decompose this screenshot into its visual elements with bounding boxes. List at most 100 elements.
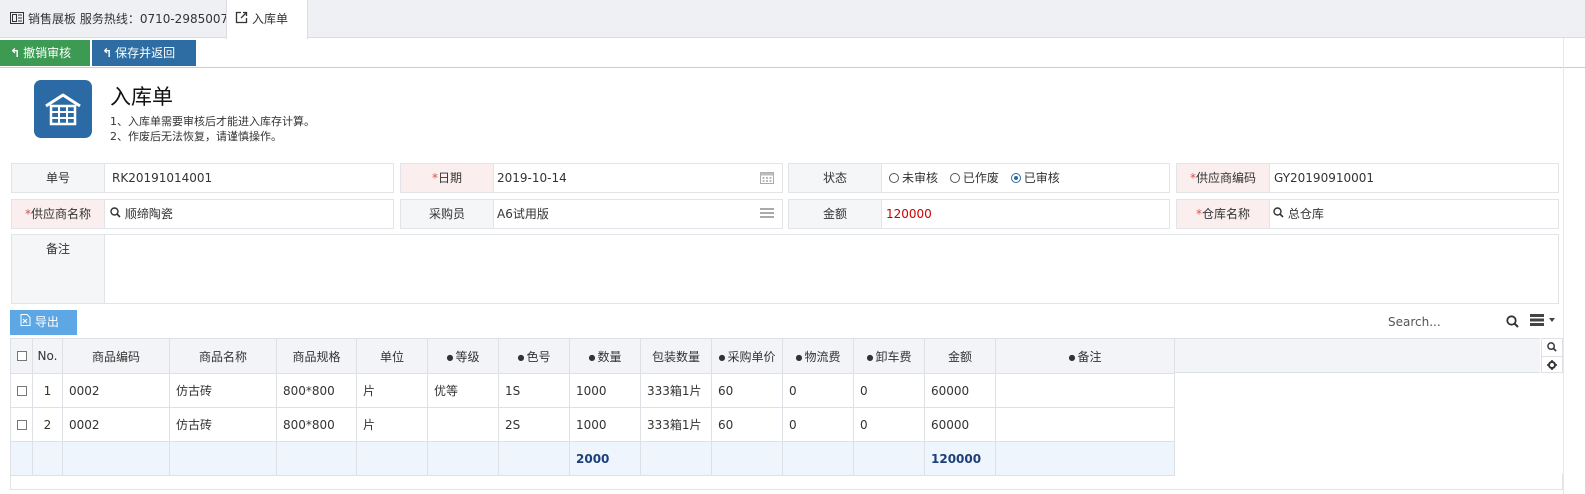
col-header[interactable]: 商品名称: [169, 338, 277, 374]
cell[interactable]: 优等: [427, 373, 499, 408]
cell[interactable]: 800*800: [276, 373, 357, 408]
select-all-checkbox[interactable]: [10, 338, 33, 374]
search-icon[interactable]: [1542, 339, 1562, 356]
date-input[interactable]: 2019-10-14: [497, 164, 567, 192]
cell[interactable]: 60000: [924, 407, 996, 442]
unaudit-button[interactable]: ↰ 撤销审核: [0, 40, 90, 66]
col-header[interactable]: ● 等级: [427, 338, 499, 374]
col-header[interactable]: ● 备注: [995, 338, 1175, 374]
cell[interactable]: 1000: [569, 373, 641, 408]
cell[interactable]: 800*800: [276, 407, 357, 442]
status-radio-group: 未审核 已作废 已审核: [889, 164, 1068, 192]
cell[interactable]: 仿古砖: [169, 407, 277, 442]
cell[interactable]: 0002: [62, 373, 170, 408]
cell[interactable]: 1S: [498, 373, 570, 408]
cell[interactable]: 片: [356, 373, 428, 408]
amount-value: 120000: [886, 207, 932, 221]
tab-label: 入库单: [252, 12, 289, 26]
cell[interactable]: 仿古砖: [169, 373, 277, 408]
table-row[interactable]: 2 0002 仿古砖 800*800 片 2S 1000 333箱1片 60 0…: [10, 407, 1175, 442]
cell[interactable]: 333箱1片: [640, 407, 712, 442]
field-label: 备注: [12, 235, 105, 303]
column-menu-icon[interactable]: [1530, 314, 1558, 329]
supplier-code-value[interactable]: GY20190910001: [1274, 164, 1374, 192]
cell[interactable]: [995, 407, 1175, 442]
undo-icon: ↰: [10, 46, 21, 60]
status-option-unaudited[interactable]: 未审核: [889, 171, 938, 185]
radio-selected-icon: [1010, 173, 1021, 183]
cell[interactable]: 片: [356, 407, 428, 442]
row-checkbox[interactable]: [10, 373, 33, 408]
summary-row: 2000 120000: [10, 441, 1175, 476]
cell[interactable]: 60: [711, 407, 783, 442]
col-header[interactable]: ● 物流费: [782, 338, 854, 374]
search-icon[interactable]: [1506, 315, 1519, 331]
sum-amount: 120000: [924, 441, 996, 476]
col-header[interactable]: ● 数量: [569, 338, 641, 374]
col-header[interactable]: 商品编码: [62, 338, 170, 374]
search-icon[interactable]: [110, 207, 121, 221]
cell[interactable]: 2S: [498, 407, 570, 442]
status-option-audited[interactable]: 已审核: [1010, 171, 1060, 185]
table-row[interactable]: 1 0002 仿古砖 800*800 片 优等 1S 1000 333箱1片 6…: [10, 373, 1175, 408]
export-button[interactable]: 导出: [10, 310, 77, 335]
right-divider: [1563, 38, 1564, 494]
table-header-row: No. 商品编码 商品名称 商品规格 单位 ● 等级 ● 色号 ● 数量 包装数量 ●…: [10, 338, 1175, 374]
order-no-field: 单号 RK20191014001: [11, 163, 394, 193]
save-return-button[interactable]: ↰ 保存并返回: [92, 40, 196, 66]
row-checkbox[interactable]: [10, 407, 33, 442]
status-option-voided[interactable]: 已作废: [949, 171, 999, 185]
cell[interactable]: 333箱1片: [640, 373, 712, 408]
field-label: *仓库名称: [1177, 200, 1270, 228]
note-line-1: 1、入库单需要审核后才能进入库存计算。: [110, 115, 315, 128]
tab-sales-board[interactable]: 销售展板 服务热线：0710-2985007: [0, 0, 229, 39]
cell[interactable]: 0: [782, 373, 854, 408]
col-header[interactable]: 包装数量: [640, 338, 712, 374]
field-label: *供应商名称: [12, 200, 105, 228]
cell[interactable]: 0: [782, 407, 854, 442]
col-header[interactable]: ● 采购单价: [711, 338, 783, 374]
search-icon[interactable]: [1273, 207, 1284, 221]
status-field: 状态 未审核 已作废 已审核: [788, 163, 1170, 193]
gear-icon[interactable]: [1542, 356, 1562, 373]
grid-search-input[interactable]: Search...: [1388, 312, 1523, 332]
cell[interactable]: 60: [711, 373, 783, 408]
page-title: 入库单: [110, 85, 173, 109]
field-label: 单号: [12, 164, 105, 192]
cell[interactable]: 1000: [569, 407, 641, 442]
field-label: 金额: [789, 200, 882, 228]
external-link-icon: [235, 1, 248, 39]
purchaser-field: 采购员 A6试用版: [400, 199, 783, 229]
col-header[interactable]: 金额: [924, 338, 996, 374]
remark-input[interactable]: [106, 235, 1556, 303]
cell[interactable]: [427, 407, 499, 442]
warehouse-icon: [34, 80, 92, 138]
col-header[interactable]: ● 色号: [498, 338, 570, 374]
field-label: *日期: [401, 164, 494, 192]
warehouse-input[interactable]: 总仓库: [1273, 200, 1324, 228]
remark-field: 备注: [11, 234, 1559, 304]
col-header[interactable]: 商品规格: [276, 338, 357, 374]
cell[interactable]: 0: [853, 373, 925, 408]
cell[interactable]: 0002: [62, 407, 170, 442]
cell: 1: [32, 373, 63, 408]
warehouse-field: *仓库名称 总仓库: [1176, 199, 1559, 229]
items-table: No. 商品编码 商品名称 商品规格 单位 ● 等级 ● 色号 ● 数量 包装数量 ●…: [10, 338, 1175, 476]
cell[interactable]: [995, 373, 1175, 408]
supplier-name-input[interactable]: 顺缔陶瓷: [110, 200, 173, 228]
cell[interactable]: 60000: [924, 373, 996, 408]
order-no-value[interactable]: RK20191014001: [112, 164, 212, 192]
col-header[interactable]: ● 卸车费: [853, 338, 925, 374]
amount-field: 金额 120000: [788, 199, 1170, 229]
supplier-code-field: *供应商编码 GY20190910001: [1176, 163, 1559, 193]
calendar-icon[interactable]: [760, 171, 774, 187]
board-icon: [10, 1, 24, 39]
cell: 2: [32, 407, 63, 442]
purchaser-value[interactable]: A6试用版: [497, 200, 549, 228]
field-label: 采购员: [401, 200, 494, 228]
tab-stock-in[interactable]: 入库单: [226, 0, 308, 39]
tab-label: 销售展板 服务热线：0710-2985007: [28, 12, 229, 26]
list-icon[interactable]: [760, 207, 774, 222]
cell[interactable]: 0: [853, 407, 925, 442]
col-header[interactable]: 单位: [356, 338, 428, 374]
